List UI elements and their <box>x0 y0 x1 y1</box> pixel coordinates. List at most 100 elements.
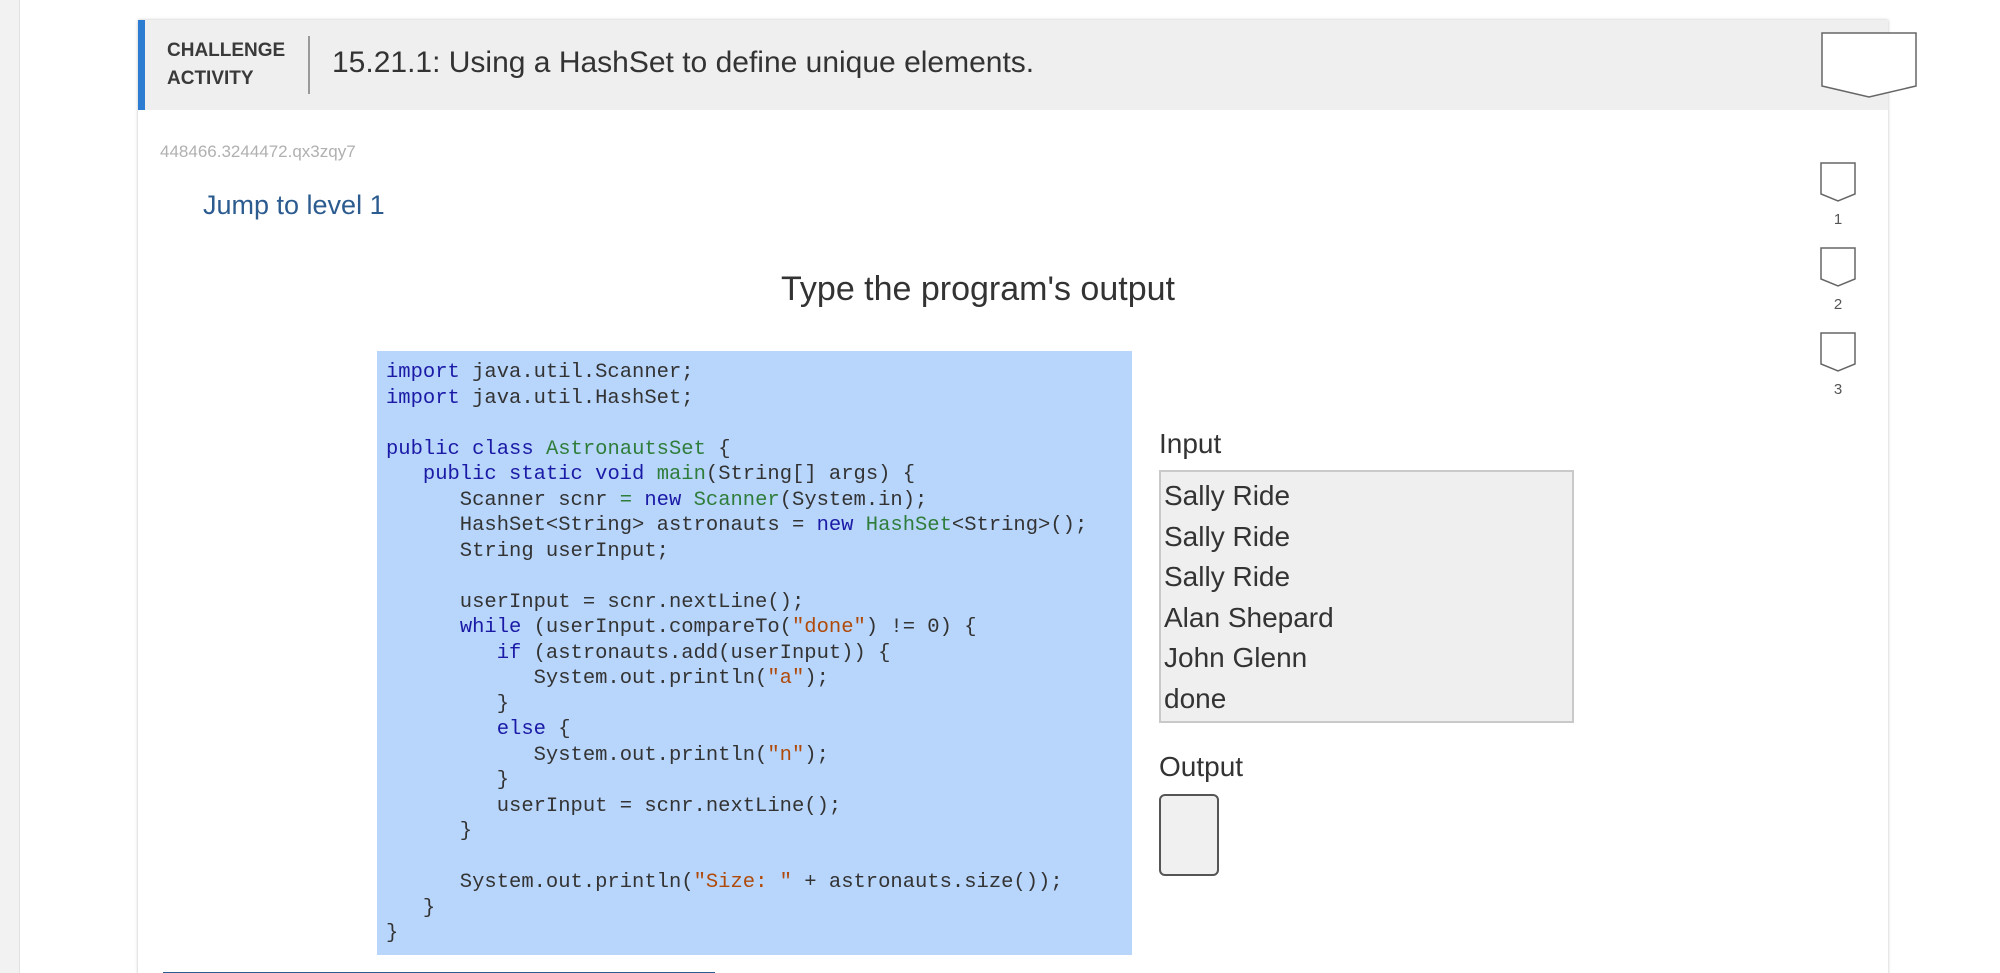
code-line-16: System.out.println("n"); <box>386 743 1132 769</box>
code-line-7: HashSet<String> astronauts = new HashSet… <box>386 513 1132 539</box>
code-token: String userInput; <box>386 539 669 563</box>
code-line-2: import java.util.HashSet; <box>386 386 1132 412</box>
code-token: (astronauts.add(userInput)) { <box>521 641 891 665</box>
code-token: + astronauts.size()); <box>791 871 1063 894</box>
input-line: Sally Ride <box>1164 480 1291 511</box>
code-token: userInput = scnr.nextLine(); <box>386 590 805 614</box>
code-line-15: else { <box>386 717 1132 743</box>
code-line-21: System.out.println("Size: " + astronauts… <box>386 870 1132 896</box>
code-token: } <box>386 692 510 716</box>
code-line-23: } <box>386 921 1132 947</box>
code-token: { <box>545 718 571 741</box>
code-token: class <box>472 437 534 461</box>
code-token: (userInput.compareTo( <box>521 616 792 639</box>
code-line-1: import java.util.Scanner; <box>386 360 1132 386</box>
code-block: import java.util.Scanner; import java.uti… <box>377 351 1132 955</box>
code-token: import <box>386 361 460 384</box>
code-token: } <box>386 820 473 843</box>
level-1-indicator[interactable]: 1 <box>1818 162 1858 228</box>
input-label: Input <box>1159 428 1222 459</box>
code-token: public <box>386 437 460 461</box>
level-3-indicator[interactable]: 3 <box>1818 332 1858 398</box>
code-token: System.out.println( <box>386 667 768 690</box>
code-token: "n" <box>767 743 805 767</box>
code-token: AstronautsSet <box>545 437 706 461</box>
input-line: done <box>1164 682 1227 714</box>
code-line-5: public static void main(String[] args) { <box>386 462 1132 488</box>
level-shield-icon <box>1820 162 1856 202</box>
activity-header: CHALLENGE ACTIVITY 15.21.1: Using a Hash… <box>138 20 1917 110</box>
code-token: System.out.println( <box>386 871 694 894</box>
output-label: Output <box>1159 751 1244 782</box>
jump-to-level-link[interactable]: Jump to level 1 <box>203 190 385 221</box>
code-token: System.out.println( <box>386 743 768 767</box>
activity-type-line2: ACTIVITY <box>167 68 254 89</box>
code-token: else <box>496 718 546 741</box>
input-line: Sally Ride <box>1164 520 1291 552</box>
activity-title: 15.21.1: Using a HashSet to define uniqu… <box>332 46 1035 79</box>
code-line-13: System.out.println("a"); <box>386 666 1132 692</box>
code-token: } <box>386 922 399 945</box>
input-line: John Glenn <box>1164 642 1308 673</box>
code-token: void <box>595 463 645 486</box>
code-token: new <box>816 514 854 537</box>
level-number: 1 <box>1833 211 1843 228</box>
level-shield-icon <box>1820 332 1856 372</box>
level-number: 3 <box>1833 381 1843 398</box>
code-token: HashSet <box>865 514 952 537</box>
code-line-11: while (userInput.compareTo("done") != 0)… <box>386 615 1132 641</box>
code-token: Scanner <box>693 488 780 512</box>
code-line-19: } <box>386 819 1132 845</box>
code-line-18: userInput = scnr.nextLine(); <box>386 794 1132 820</box>
code-token: "a" <box>767 667 805 690</box>
input-line: Alan Shepard <box>1164 601 1334 633</box>
code-token: ); <box>804 743 829 767</box>
code-line-17: } <box>386 768 1132 794</box>
code-token: "Size: " <box>693 871 792 894</box>
code-token: import <box>386 386 460 410</box>
code-line-12: if (astronauts.add(userInput)) { <box>386 641 1132 667</box>
code-token: (String[] args) { <box>705 463 916 486</box>
activity-type-label: CHALLENGE ACTIVITY <box>167 37 285 93</box>
code-token: java.util.Scanner; <box>459 361 694 384</box>
input-line: Sally Ride <box>1164 561 1291 592</box>
code-line-22: } <box>386 896 1132 922</box>
activity-type-line1: CHALLENGE <box>167 40 286 61</box>
code-line-8: String userInput; <box>386 539 1132 565</box>
code-token: } <box>386 896 436 920</box>
instruction-text: Type the program's output <box>781 270 1175 308</box>
code-token: main <box>656 463 706 486</box>
completion-shield-icon <box>1821 32 1917 98</box>
activity-id: 448466.3244472.qx3zqy7 <box>160 142 356 161</box>
code-token: java.util.HashSet; <box>459 386 694 410</box>
code-token: { <box>705 437 731 461</box>
program-output-textarea[interactable] <box>1159 794 1219 876</box>
program-input-box: Sally Ride Sally Ride Sally Ride Alan Sh… <box>1159 470 1574 723</box>
header-divider <box>308 36 310 94</box>
level-shield-icon <box>1820 247 1856 287</box>
level-2-indicator[interactable]: 2 <box>1818 247 1858 313</box>
code-token: } <box>386 769 510 792</box>
code-token: (System.in); <box>779 488 928 512</box>
code-token: if <box>496 641 522 665</box>
challenge-activity-card: CHALLENGE ACTIVITY 15.21.1: Using a Hash… <box>138 20 1917 973</box>
code-token: <String>(); <box>951 514 1088 537</box>
code-token: ); <box>804 667 829 690</box>
left-rail <box>0 0 20 973</box>
level-number: 2 <box>1833 296 1843 313</box>
code-line-4: public class AstronautsSet { <box>386 437 1132 463</box>
